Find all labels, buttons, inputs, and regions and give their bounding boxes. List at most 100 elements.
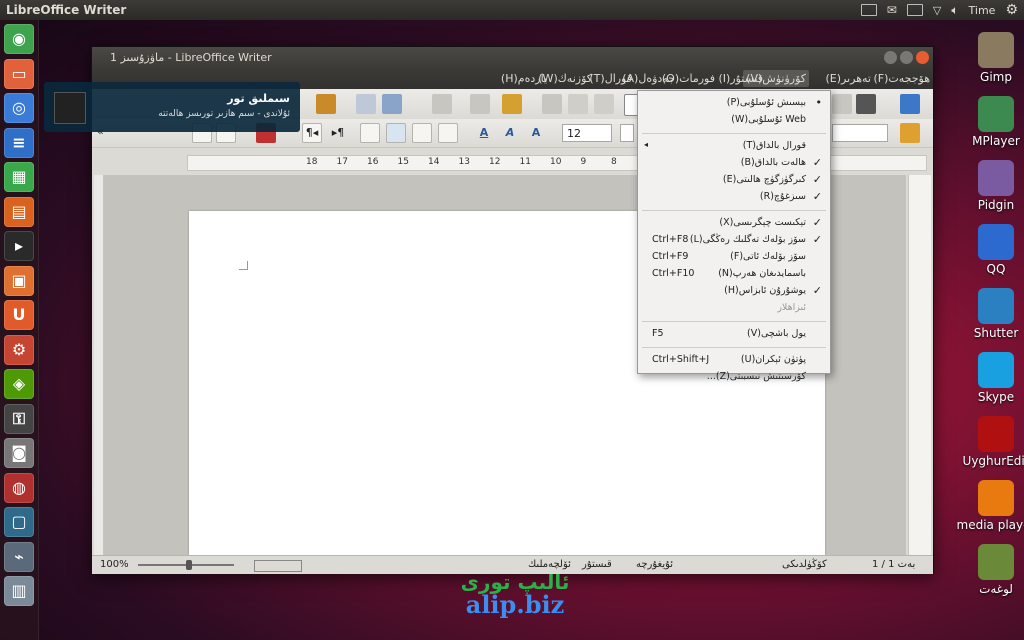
redo-icon[interactable] [432,94,452,114]
software-center-icon[interactable]: ▣ [4,265,34,296]
files-icon[interactable]: ▭ [4,58,34,89]
maximize-button[interactable] [900,51,913,64]
close-button[interactable] [916,51,929,64]
volume-icon[interactable]: 🔈︎ [951,3,958,18]
menu-item-shortcut: Ctrl+F8 [652,234,689,245]
copy-icon[interactable] [568,94,588,114]
screen-icon[interactable]: ▢ [4,507,34,537]
table-icon[interactable] [356,94,376,114]
terminal-icon[interactable]: ▸ [4,231,34,261]
app-icon [978,288,1014,324]
desktop-icon[interactable]: Pidgin [956,160,1024,212]
align-right-button[interactable] [386,123,406,143]
ubuntu-one-icon[interactable]: U [4,300,34,330]
view-menu-item[interactable]: يول باشچى(V) F5 [638,326,830,342]
view-menu-item[interactable]: سۆز بۆلەك تەگلىك رەڭگى(L) Ctrl+F8 ✓ [638,232,830,248]
camera-icon[interactable]: ◙ [4,438,34,468]
font-name-field[interactable] [620,124,634,142]
insert-mode[interactable]: قىستۇر [582,559,612,570]
chart-icon[interactable]: ◈ [4,369,34,399]
camera-glyph: ◙ [11,443,27,462]
desktop-icon[interactable]: Shutter [956,288,1024,340]
view-menu-item[interactable]: كۆرسىتىش نىسبىتى(Z)... [638,369,830,385]
impress-icon[interactable]: ▤ [4,196,34,227]
undo-icon[interactable] [470,94,490,114]
desktop-icon[interactable]: media player [956,480,1024,532]
italic-icon[interactable]: A [500,123,520,143]
view-layout-icons[interactable] [254,560,302,572]
menu-item[interactable]: ياردەم(H) [501,72,547,85]
view-menu-item[interactable]: تېكىست چېگرىسى(X) ✓ [638,215,830,231]
cut-icon[interactable] [594,94,614,114]
view-menu-item[interactable]: باسمايدىغان ھەرپ(N) Ctrl+F10 [638,266,830,282]
menu-item[interactable]: قورال(T) [589,72,632,85]
view-menu-item[interactable]: سۆز بۆلەك ئاتى(F) Ctrl+F9 [638,249,830,265]
justify-button[interactable] [360,123,380,143]
left-scrollbar[interactable] [94,175,104,555]
selection-mode[interactable]: ئۆلچەملىك [528,559,571,570]
view-menu-item[interactable]: ھالەت بالداق(B) ✓ [638,155,830,171]
ruler-tick: 18 [306,157,318,167]
underline-icon[interactable]: A [474,123,494,143]
desktop-icon[interactable]: Gimp [956,32,1024,84]
page-number[interactable]: بەت 1 / 1 [872,559,915,570]
software-center-glyph: ▣ [11,270,27,290]
styles-icon[interactable] [900,123,920,143]
paragraph-rtl-button[interactable]: ¶◂ [302,123,322,143]
paint-format-icon[interactable] [502,94,522,114]
zoom-level[interactable]: 100% [100,559,129,570]
view-menu-item[interactable]: كىرگۈزگۈچ ھالىتى(E) ✓ [638,172,830,188]
view-menu-item[interactable]: يوشۇرۇن ئابزاس(H) ✓ [638,283,830,299]
view-menu-item[interactable]: Web ئۇسلۇبى(W) [638,112,830,128]
title-bar[interactable]: ماۋزۇسىز 1 - LibreOffice Writer [92,47,933,69]
notification-title: سىملىق تور [227,92,290,105]
paragraph-style-field[interactable] [832,124,888,142]
font-size-field[interactable]: 12 [562,124,612,142]
zoom-slider-thumb[interactable] [186,560,192,570]
document-language[interactable]: ئۇيغۇرچە [636,559,673,570]
page-style[interactable]: كۆڭۈلدىكى [782,559,827,570]
keyboard-icon[interactable] [860,4,877,16]
desktop-icon[interactable]: MPlayer [956,96,1024,148]
files-glyph: ▭ [11,63,27,83]
view-menu-item[interactable]: سىزغۇچ(R) ✓ [638,189,830,205]
menu-separator [642,347,826,348]
desktop-icon[interactable]: لوغەت [956,544,1024,596]
paragraph-ltr-button[interactable]: ▸¶ [328,123,348,143]
mail-icon[interactable]: ✉ [887,3,897,17]
trash-icon[interactable]: ▥ [4,576,34,606]
desktop-icon[interactable]: UyghurEdit [956,416,1024,468]
desktop-icon[interactable]: Skype [956,352,1024,404]
menu-item[interactable]: قىستۇر(I) [718,72,763,85]
gear-icon[interactable]: ⚙ [1005,2,1018,18]
settings-icon[interactable]: ⚙ [4,334,34,365]
view-menu-item[interactable]: بېسىش ئۇسلۇبى(P) • [638,95,830,111]
minimize-button[interactable] [884,51,897,64]
browser-icon[interactable]: ◎ [4,93,34,123]
desktop-icon[interactable]: QQ [956,224,1024,276]
usb-icon[interactable]: ⌁ [4,541,34,572]
menu-item[interactable]: تەھرىر(E) [825,72,871,85]
paste-icon[interactable] [542,94,562,114]
new-document-icon[interactable] [900,94,920,114]
vertical-ruler[interactable] [908,175,931,555]
writer-icon[interactable]: ≡ [4,127,34,158]
network-icon[interactable]: ▽ [933,4,941,17]
save-icon[interactable] [832,94,852,114]
image-icon[interactable] [382,94,402,114]
open-icon[interactable] [856,94,876,114]
align-left-button[interactable] [438,123,458,143]
security-icon[interactable]: ⚿ [4,403,34,434]
view-menu-item[interactable]: قورال بالداق(T) ◂ [638,138,830,154]
align-center-button[interactable] [412,123,432,143]
edit-icon[interactable] [316,94,336,114]
disk-icon[interactable]: ◍ [4,472,34,503]
ubuntu-home-icon[interactable]: ◉ [4,24,34,54]
bold-icon[interactable]: A [526,123,546,143]
calc-icon[interactable]: ▦ [4,162,34,192]
ruler-tick: 11 [519,157,531,167]
clock[interactable]: Time [969,4,996,17]
menu-item[interactable]: ھۆججەت(F) [873,72,930,85]
view-menu-item[interactable]: پۈتۈن ئېكران(U) Ctrl+Shift+J [638,352,830,368]
battery-icon[interactable] [906,4,923,16]
